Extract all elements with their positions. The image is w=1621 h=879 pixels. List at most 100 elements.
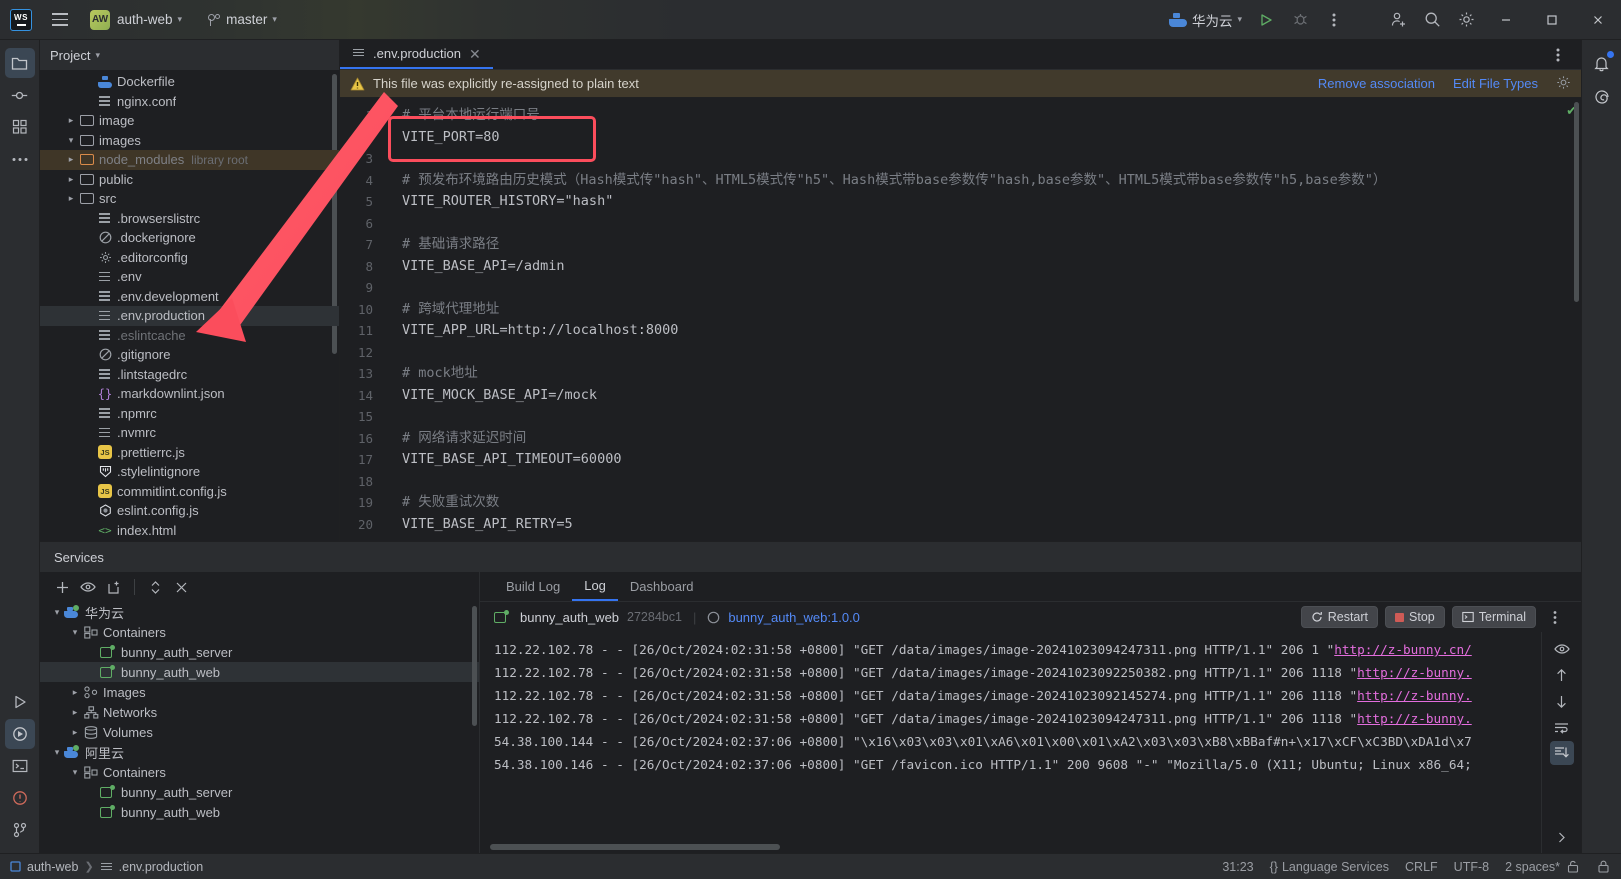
chevron-down-icon[interactable]: ▾ <box>50 747 64 758</box>
rail-run-icon[interactable] <box>5 687 35 717</box>
file-tree-item[interactable]: JS commitlint.config.js <box>40 482 339 502</box>
indent-status[interactable]: 2 spaces* <box>1505 860 1580 874</box>
more-vertical-icon[interactable] <box>1317 5 1351 35</box>
file-tree-item[interactable]: ▾ images <box>40 131 339 151</box>
code-editor[interactable]: 1 2 3 4 5 6 7 8 9 10 11 12 13 14 15 16 17 18 19 20 # 平台本地运行… <box>340 98 1581 541</box>
code-line[interactable] <box>402 148 1559 170</box>
log-horizontal-scrollbar[interactable] <box>490 844 780 850</box>
project-selector[interactable]: auth-web ▾ <box>110 8 189 31</box>
file-tree-item[interactable]: .eslintcache <box>40 326 339 346</box>
file-tree-item[interactable]: .npmrc <box>40 404 339 424</box>
code-line[interactable] <box>402 406 1559 428</box>
code-line[interactable]: VITE_BASE_API=/admin <box>402 256 1559 278</box>
eye-filter-icon[interactable] <box>76 575 100 599</box>
services-tree-item[interactable]: ▸ Networks <box>40 702 479 722</box>
services-tree-item[interactable]: ▾ Containers <box>40 622 479 642</box>
chevron-right-icon[interactable]: ▸ <box>68 727 82 738</box>
chevron-right-icon[interactable]: ▸ <box>64 115 78 126</box>
services-tree-item[interactable]: ▸ Volumes <box>40 722 479 742</box>
file-tree-item[interactable]: JS .prettierrc.js <box>40 443 339 463</box>
file-tree-item[interactable]: nginx.conf <box>40 92 339 112</box>
services-tree-item[interactable]: bunny_auth_web <box>40 662 479 682</box>
gear-icon[interactable] <box>1556 75 1571 93</box>
services-tree-item[interactable]: ▸ Images <box>40 682 479 702</box>
chevron-down-icon[interactable]: ▾ <box>50 607 64 618</box>
project-panel-header[interactable]: Project ▾ <box>40 40 339 70</box>
chevron-right-icon[interactable]: ▸ <box>68 687 82 698</box>
run-button[interactable] <box>1249 5 1283 35</box>
chevron-down-icon[interactable]: ▾ <box>64 135 78 146</box>
add-service-icon[interactable] <box>50 575 74 599</box>
maximize-button[interactable] <box>1529 0 1575 40</box>
editor-vertical-scrollbar[interactable] <box>1574 102 1579 302</box>
new-container-icon[interactable] <box>102 575 126 599</box>
chevron-right-icon[interactable]: ▸ <box>64 174 78 185</box>
search-icon[interactable] <box>1415 5 1449 35</box>
file-tree-item[interactable]: ▸ src <box>40 189 339 209</box>
code-line[interactable]: # 网络请求延迟时间 <box>402 428 1559 450</box>
line-separator-status[interactable]: CRLF <box>1405 860 1438 874</box>
code-line[interactable] <box>402 471 1559 493</box>
branch-selector[interactable]: master ▾ <box>199 8 284 31</box>
breadcrumb-project[interactable]: auth-web <box>27 860 78 874</box>
close-all-icon[interactable] <box>169 575 193 599</box>
services-tree-scrollbar[interactable] <box>472 606 477 726</box>
code-line[interactable]: VITE_PORT=80 <box>402 127 1559 149</box>
rail-more-icon[interactable] <box>5 144 35 174</box>
code-line[interactable]: # 平台本地运行端口号 <box>402 105 1559 127</box>
code-line[interactable] <box>402 277 1559 299</box>
services-tree-item[interactable]: bunny_auth_server <box>40 642 479 662</box>
file-tree-item[interactable]: ▸ node_modules library root <box>40 150 339 170</box>
file-tree-item[interactable]: <> index.html <box>40 521 339 541</box>
chevron-right-icon[interactable]: ▸ <box>68 707 82 718</box>
lock-icon[interactable] <box>1596 860 1611 873</box>
editor-tab-env-production[interactable]: .env.production ✕ <box>340 40 493 69</box>
file-tree-item[interactable]: {} .markdownlint.json <box>40 384 339 404</box>
code-line[interactable]: # mock地址 <box>402 363 1559 385</box>
log-line-url[interactable]: http://z-bunny. <box>1357 688 1472 703</box>
minimize-button[interactable] <box>1483 0 1529 40</box>
close-button[interactable] <box>1575 0 1621 40</box>
expand-log-icon[interactable] <box>1550 825 1574 849</box>
code-line[interactable] <box>402 213 1559 235</box>
file-tree-item[interactable]: .env.production <box>40 306 339 326</box>
editor-inspection-strip[interactable]: ✔ <box>1559 98 1581 541</box>
chevron-down-icon[interactable]: ▾ <box>68 627 82 638</box>
more-vertical-icon[interactable] <box>1541 40 1575 70</box>
container-image-link[interactable]: bunny_auth_web:1.0.0 <box>728 610 860 625</box>
breadcrumb[interactable]: auth-web ❯ .env.production <box>10 860 203 874</box>
hamburger-menu-icon[interactable] <box>44 5 76 35</box>
code-line[interactable]: VITE_ROUTER_HISTORY="hash" <box>402 191 1559 213</box>
chevron-right-icon[interactable]: ▸ <box>64 193 78 204</box>
code-line[interactable] <box>402 342 1559 364</box>
file-tree-item[interactable]: eslint.config.js <box>40 501 339 521</box>
remove-association-link[interactable]: Remove association <box>1318 76 1435 91</box>
code-line[interactable]: # 基础请求路径 <box>402 234 1559 256</box>
code-line[interactable]: VITE_BASE_API_TIMEOUT=60000 <box>402 449 1559 471</box>
services-tree-item[interactable]: ▾ Containers <box>40 762 479 782</box>
code-line[interactable]: VITE_APP_URL=http://localhost:8000 <box>402 320 1559 342</box>
edit-file-types-link[interactable]: Edit File Types <box>1453 76 1538 91</box>
file-tree-item[interactable]: .env <box>40 267 339 287</box>
services-tree-item[interactable]: bunny_auth_web <box>40 802 479 822</box>
rail-terminal-icon[interactable] <box>5 751 35 781</box>
notifications-icon[interactable] <box>1587 48 1617 78</box>
file-tree[interactable]: Dockerfile nginx.conf ▸ image ▾ images ▸ node_m… <box>40 70 339 541</box>
services-tree[interactable]: ▾ 华为云 ▾ Containers bunny_auth_server bunny_au… <box>40 602 479 853</box>
eye-filter-icon[interactable] <box>1550 637 1574 661</box>
soft-wrap-icon[interactable] <box>1550 715 1574 739</box>
scroll-up-icon[interactable] <box>1550 663 1574 687</box>
log-line-url[interactable]: http://z-bunny.cn/ <box>1334 642 1472 657</box>
debug-button[interactable] <box>1283 5 1317 35</box>
code-content[interactable]: # 平台本地运行端口号 VITE_PORT=80 # 预发布环境路由历史模式（Has… <box>382 98 1559 541</box>
terminal-button[interactable]: Terminal <box>1451 606 1536 628</box>
gear-icon[interactable] <box>1449 5 1483 35</box>
scroll-down-icon[interactable] <box>1550 689 1574 713</box>
encoding-status[interactable]: UTF-8 <box>1454 860 1489 874</box>
expand-collapse-icon[interactable] <box>143 575 167 599</box>
chevron-right-icon[interactable]: ▸ <box>64 154 78 165</box>
services-tree-item[interactable]: ▾ 阿里云 <box>40 742 479 762</box>
file-tree-item[interactable]: .browserslistrc <box>40 209 339 229</box>
rail-structure-icon[interactable] <box>5 112 35 142</box>
file-tree-item[interactable]: .lintstagedrc <box>40 365 339 385</box>
